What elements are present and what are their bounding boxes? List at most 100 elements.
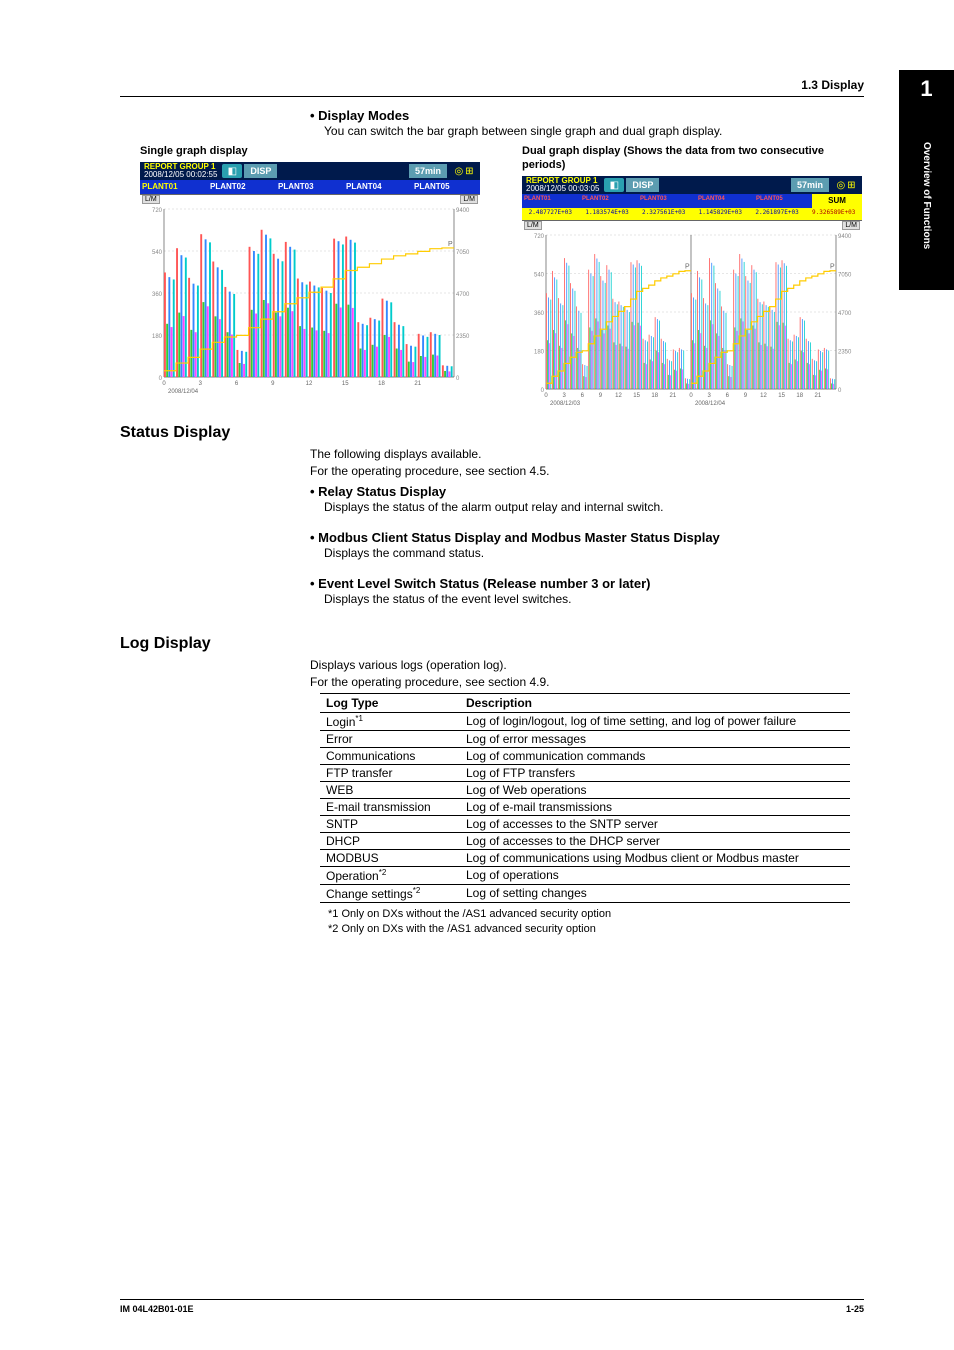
svg-text:6: 6 [235, 381, 239, 387]
section-header-rule [120, 96, 864, 97]
svg-text:0: 0 [544, 393, 548, 399]
time-box: 57min [409, 164, 447, 178]
table-row: CommunicationsLog of communication comma… [320, 747, 850, 764]
status-p2: For the operating procedure, see section… [310, 463, 864, 480]
report-title-dual: REPORT GROUP 1 2008/12/05 00:03:05 [522, 176, 603, 194]
svg-text:540: 540 [152, 250, 163, 256]
relay-status-heading: Relay Status Display [310, 484, 864, 499]
lm-label-right: L/M [842, 221, 860, 230]
svg-text:9: 9 [744, 393, 748, 399]
log-col2: Description [460, 693, 850, 712]
table-row: ErrorLog of error messages [320, 730, 850, 747]
svg-text:2008/12/04: 2008/12/04 [168, 389, 199, 395]
svg-text:12: 12 [306, 381, 313, 387]
svg-text:360: 360 [534, 311, 545, 317]
svg-text:0: 0 [838, 388, 842, 394]
report-title: REPORT GROUP 1 2008/12/05 00:02:55 [140, 162, 221, 180]
status-p1: The following displays available. [310, 446, 864, 463]
log-p1: Displays various logs (operation log). [310, 657, 864, 674]
svg-text:P: P [448, 241, 453, 248]
display-modes-desc: You can switch the bar graph between sin… [324, 123, 864, 140]
time-box: 57min [791, 178, 829, 192]
chapter-tab: 1 Overview of Functions [899, 70, 954, 290]
lm-label-right: L/M [460, 195, 478, 204]
svg-text:0: 0 [162, 381, 166, 387]
svg-text:18: 18 [796, 393, 803, 399]
single-graph-screenshot: REPORT GROUP 1 2008/12/05 00:02:55 ◧ DIS… [140, 162, 480, 394]
display-modes-heading: Display Modes [310, 108, 864, 123]
svg-text:0: 0 [689, 393, 693, 399]
svg-text:6: 6 [726, 393, 730, 399]
chapter-number: 1 [920, 76, 932, 101]
svg-text:18: 18 [651, 393, 658, 399]
svg-text:3: 3 [199, 381, 203, 387]
relay-status-desc: Displays the status of the alarm output … [324, 499, 864, 516]
log-p2: For the operating procedure, see section… [310, 674, 864, 691]
svg-text:6: 6 [581, 393, 585, 399]
svg-text:2008/12/03: 2008/12/03 [550, 401, 581, 407]
svg-text:9: 9 [599, 393, 603, 399]
dual-bar-chart: 0 180 360 540 720 0 2350 4700 7050 9400 0 3 6 9 12 15 18… [522, 221, 862, 407]
modbus-status-desc: Displays the command status. [324, 545, 864, 562]
table-row: WEBLog of Web operations [320, 781, 850, 798]
table-row: Login*1Log of login/logout, log of time … [320, 712, 850, 730]
dual-graph-caption: Dual graph display (Shows the data from … [522, 144, 864, 173]
data-row-dual: 2.487727E+03 1.183574E+03 2.327561E+03 1… [522, 208, 862, 220]
event-level-heading: Event Level Switch Status (Release numbe… [310, 576, 864, 591]
svg-text:720: 720 [534, 234, 545, 240]
plant-row-dual: PLANT01 PLANT02 PLANT03 PLANT04 PLANT05 … [522, 194, 862, 208]
svg-text:4700: 4700 [456, 292, 470, 298]
log-note1: *1 Only on DXs without the /AS1 advanced… [328, 907, 864, 922]
lm-label-left: L/M [142, 195, 160, 204]
svg-text:180: 180 [152, 334, 163, 340]
footer-right: 1-25 [846, 1304, 864, 1314]
table-row: Change settings*2Log of setting changes [320, 884, 850, 902]
section-header: 1.3 Display [801, 78, 864, 92]
status-display-heading: Status Display [120, 424, 864, 442]
svg-text:3: 3 [707, 393, 711, 399]
svg-text:18: 18 [378, 381, 385, 387]
svg-text:21: 21 [414, 381, 421, 387]
modbus-status-heading: Modbus Client Status Display and Modbus … [310, 530, 864, 545]
svg-text:9400: 9400 [456, 208, 470, 214]
svg-text:15: 15 [633, 393, 640, 399]
svg-text:15: 15 [342, 381, 349, 387]
table-row: Operation*2Log of operations [320, 866, 850, 884]
table-row: SNTPLog of accesses to the SNTP server [320, 815, 850, 832]
footer-left: IM 04L42B01-01E [120, 1304, 194, 1314]
svg-text:540: 540 [534, 273, 545, 279]
log-col1: Log Type [320, 693, 460, 712]
chapter-label: Overview of Functions [921, 142, 932, 249]
svg-text:180: 180 [534, 350, 545, 356]
svg-text:0: 0 [456, 376, 460, 382]
single-graph-caption: Single graph display [140, 144, 482, 158]
single-bar-chart: 0180360540720023504700705094000369121518… [140, 195, 480, 395]
svg-text:12: 12 [760, 393, 767, 399]
svg-text:21: 21 [670, 393, 677, 399]
table-row: E-mail transmissionLog of e-mail transmi… [320, 798, 850, 815]
svg-text:4700: 4700 [838, 311, 852, 317]
toolbar-icon: ◧ [604, 178, 624, 192]
toolbar-icons-right: ◎⊞ [448, 162, 480, 180]
table-row: DHCPLog of accesses to the DHCP server [320, 832, 850, 849]
svg-text:9: 9 [271, 381, 275, 387]
svg-text:2350: 2350 [456, 334, 470, 340]
svg-text:3: 3 [562, 393, 566, 399]
svg-text:720: 720 [152, 208, 163, 214]
toolbar-icons-right: ◎⊞ [830, 176, 862, 194]
plant-row-single: PLANT01 PLANT02 PLANT03 PLANT04 PLANT05 [140, 180, 480, 194]
toolbar-icon: ◧ [222, 164, 242, 178]
lm-label-left: L/M [524, 221, 542, 230]
disp-button: DISP [626, 178, 659, 192]
disp-button: DISP [244, 164, 277, 178]
svg-text:P: P [685, 264, 690, 271]
log-note2: *2 Only on DXs with the /AS1 advanced se… [328, 922, 864, 937]
svg-text:12: 12 [615, 393, 622, 399]
dual-graph-screenshot: REPORT GROUP 1 2008/12/05 00:03:05 ◧ DIS… [522, 176, 862, 406]
svg-text:9400: 9400 [838, 234, 852, 240]
event-level-desc: Displays the status of the event level s… [324, 591, 864, 608]
svg-text:2350: 2350 [838, 350, 852, 356]
svg-text:360: 360 [152, 292, 163, 298]
svg-text:P: P [830, 264, 835, 271]
svg-text:7050: 7050 [838, 273, 852, 279]
